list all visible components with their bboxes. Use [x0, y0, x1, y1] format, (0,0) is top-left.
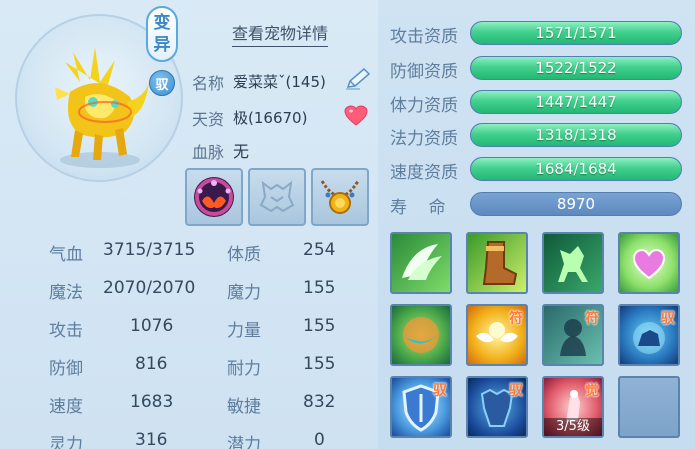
name-label: 名称: [192, 74, 225, 93]
equip-slot-necklace[interactable]: [311, 168, 369, 226]
speed-aptitude-label: 速度资质: [390, 163, 458, 183]
collar-equip-icon: [194, 177, 234, 217]
stamina-aptitude-label: 体力资质: [390, 96, 458, 116]
skill-slot-9[interactable]: 驭: [390, 376, 452, 438]
mutant-badge-char-2: 异: [153, 35, 171, 55]
skill-tag: 驭: [433, 383, 447, 399]
defense-value: 816: [135, 354, 168, 374]
skill-slot-2[interactable]: [466, 232, 528, 294]
spirit-value: 316: [135, 430, 168, 449]
mp-value: 2070/2070: [103, 278, 196, 298]
bound-badge: 驭: [149, 70, 175, 96]
mutant-badge: 变 异: [146, 6, 178, 62]
skill-slot-3[interactable]: [542, 232, 604, 294]
mana-aptitude-bar: 1318/1318: [470, 123, 682, 147]
equip-slot-armor[interactable]: [248, 168, 306, 226]
attack-aptitude-bar: 1571/1571: [470, 21, 682, 45]
skill-level: 3/5级: [544, 418, 602, 436]
agility-label: 敏捷: [227, 397, 261, 417]
defense-aptitude-value: 1522/1522: [535, 59, 617, 77]
potential-label: 潜力: [227, 435, 261, 449]
mutant-badge-char-1: 变: [153, 13, 171, 33]
bloodline-label: 血脉: [192, 143, 225, 162]
speed-label: 速度: [49, 397, 83, 417]
talent-label: 天资: [192, 110, 225, 129]
horse-skill-icon: [558, 246, 588, 282]
lifespan-label: 寿 命: [390, 198, 446, 218]
hp-value: 3715/3715: [103, 240, 196, 260]
mp-label: 魔法: [49, 283, 83, 303]
necklace-equip-icon: [320, 180, 360, 214]
skill-slot-11[interactable]: 觉 3/5级: [542, 376, 604, 438]
armor-slot-empty-icon: [259, 180, 295, 213]
attack-aptitude-label: 攻击资质: [390, 27, 458, 47]
hp-label: 气血: [49, 245, 83, 265]
defense-aptitude-label: 防御资质: [390, 62, 458, 82]
pet-name-value: 爱菜菜ˇ(145): [233, 73, 326, 91]
skill-tag: 符: [509, 311, 523, 327]
defense-label: 防御: [49, 359, 83, 379]
potential-value: 0: [314, 430, 325, 449]
skill-slot-5[interactable]: [390, 304, 452, 366]
skill-slot-6[interactable]: 符: [466, 304, 528, 366]
speed-value: 1683: [130, 392, 174, 412]
agility-value: 832: [303, 392, 336, 412]
orb-skill-icon: [403, 317, 439, 353]
magic-power-value: 155: [303, 278, 336, 298]
boot-skill-icon: [482, 241, 518, 285]
talent-value: 极(16670): [233, 109, 308, 127]
skill-tag: 驭: [509, 383, 523, 399]
lifespan-value: 8970: [470, 192, 682, 216]
equip-slot-collar[interactable]: [185, 168, 243, 226]
bloodline-value: 无: [233, 142, 250, 161]
speed-aptitude-bar: 1684/1684: [470, 157, 682, 181]
stamina-aptitude-bar: 1447/1447: [470, 90, 682, 114]
strength-label: 力量: [227, 321, 261, 341]
magic-power-label: 魔力: [227, 283, 261, 303]
attack-value: 1076: [130, 316, 174, 336]
skill-tag: 觉: [585, 383, 599, 399]
edit-pen-icon[interactable]: [344, 67, 372, 91]
constitution-value: 254: [303, 240, 336, 260]
skill-slot-7[interactable]: 符: [542, 304, 604, 366]
attack-aptitude-value: 1571/1571: [535, 24, 617, 42]
heart-icon[interactable]: [344, 105, 368, 127]
strength-value: 155: [303, 316, 336, 336]
speed-aptitude-value: 1684/1684: [535, 160, 617, 178]
wings-skill-icon: [402, 244, 442, 280]
mana-aptitude-value: 1318/1318: [535, 126, 617, 144]
endurance-value: 155: [303, 354, 336, 374]
defense-aptitude-bar: 1522/1522: [470, 56, 682, 80]
mana-aptitude-label: 法力资质: [390, 129, 458, 149]
spirit-label: 灵力: [49, 435, 83, 449]
skill-slot-10[interactable]: 驭: [466, 376, 528, 438]
skill-slot-8[interactable]: 驭: [618, 304, 680, 366]
skill-tag: 驭: [661, 311, 675, 327]
stamina-aptitude-value: 1447/1447: [535, 93, 617, 111]
skill-slot-1[interactable]: [390, 232, 452, 294]
empty-skill-slot[interactable]: [618, 376, 680, 438]
skill-slot-4[interactable]: [618, 232, 680, 294]
heart-skill-icon: [632, 248, 666, 280]
pet-detail-panel: 变 异 驭 查看宠物详情 名称 爱菜菜ˇ(145) 天资 极(16670) 血脉…: [0, 0, 695, 449]
view-pet-details-link[interactable]: 查看宠物详情: [232, 20, 329, 47]
pet-model-image: [55, 47, 149, 168]
constitution-label: 体质: [227, 245, 261, 265]
skill-tag: 符: [585, 311, 599, 327]
endurance-label: 耐力: [227, 359, 261, 379]
attack-label: 攻击: [49, 321, 83, 341]
